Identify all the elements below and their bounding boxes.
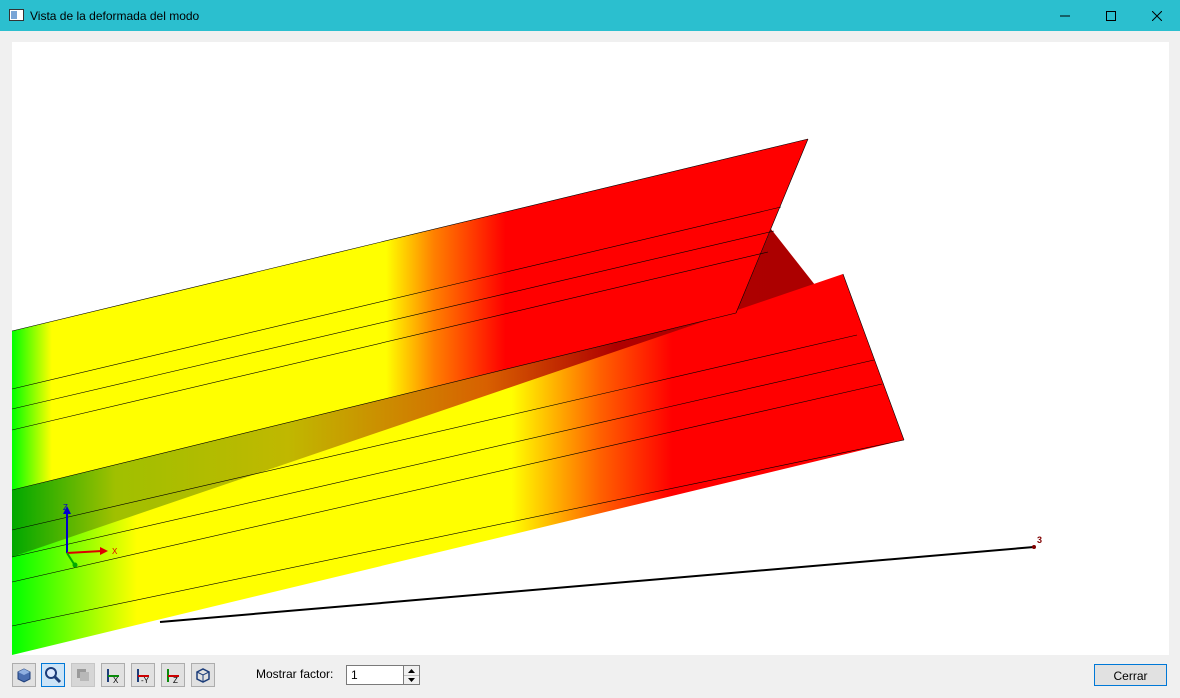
minimize-button[interactable] xyxy=(1042,0,1088,31)
factor-input[interactable] xyxy=(346,665,404,685)
close-dialog-button[interactable]: Cerrar xyxy=(1094,664,1167,686)
app-icon xyxy=(9,9,24,21)
deformed-shape-viewport[interactable]: 3 Z X xyxy=(12,42,1169,655)
chevron-up-icon xyxy=(408,668,415,673)
node-3[interactable] xyxy=(1032,545,1036,549)
svg-text:X: X xyxy=(113,676,119,684)
axis-z-label: Z xyxy=(63,503,68,512)
minimize-icon xyxy=(1060,15,1070,16)
view-iso-button[interactable] xyxy=(191,663,215,687)
render-icon xyxy=(77,669,89,681)
title-bar: Vista de la deformada del modo xyxy=(0,0,1180,31)
spin-down-button[interactable] xyxy=(404,675,419,684)
factor-spinner[interactable] xyxy=(404,665,420,685)
view-z-button[interactable]: Z xyxy=(161,663,185,687)
model-canvas: 3 Z X xyxy=(12,138,1042,655)
view-3d-button[interactable] xyxy=(12,663,36,687)
maximize-icon xyxy=(1106,10,1116,21)
maximize-button[interactable] xyxy=(1088,0,1134,31)
zoom-button[interactable] xyxy=(41,663,65,687)
svg-text:-Y: -Y xyxy=(141,676,150,684)
view-y-button[interactable]: -Y xyxy=(131,663,155,687)
view-x-button[interactable]: X xyxy=(101,663,125,687)
render-button[interactable] xyxy=(71,663,95,687)
cube-view-icon xyxy=(17,668,31,683)
window-title: Vista de la deformada del modo xyxy=(30,9,200,23)
node-label: 3 xyxy=(1037,535,1042,545)
close-icon xyxy=(1152,10,1162,21)
iso-view-icon xyxy=(196,668,210,683)
factor-label: Mostrar factor: xyxy=(256,667,334,681)
chevron-down-icon xyxy=(408,677,415,682)
axis-x-label: X xyxy=(112,547,118,556)
axis-z-icon: Z xyxy=(167,669,179,684)
close-window-button[interactable] xyxy=(1134,0,1180,31)
svg-text:Z: Z xyxy=(173,676,178,684)
axis-y-icon: -Y xyxy=(137,669,150,684)
magnifier-icon xyxy=(45,667,62,684)
axis-x-icon: X xyxy=(107,669,119,684)
